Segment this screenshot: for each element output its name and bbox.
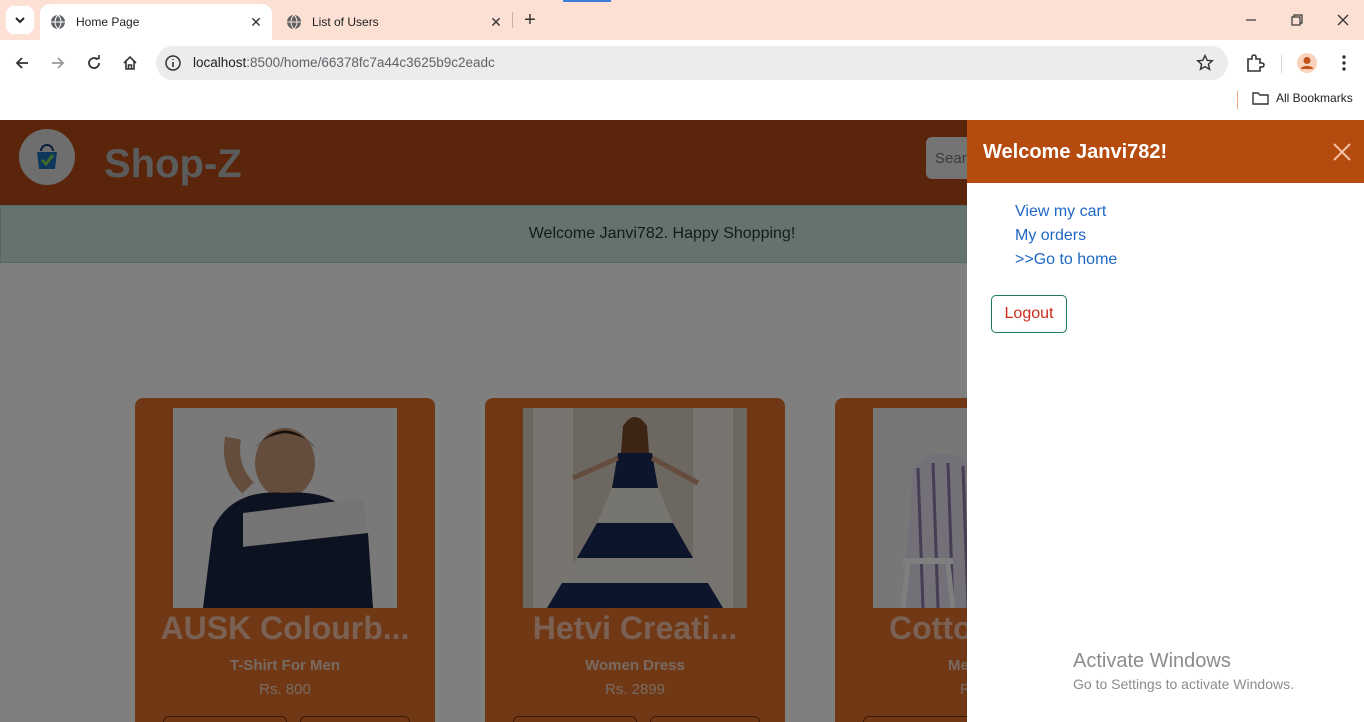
globe-icon — [286, 14, 302, 30]
offcanvas-links: View my cart My orders >>Go to home — [1015, 200, 1117, 272]
tab-search-button[interactable] — [6, 6, 34, 34]
home-icon — [123, 55, 137, 70]
puzzle-icon — [1247, 54, 1265, 72]
reload-button[interactable] — [84, 53, 104, 73]
restore-button[interactable] — [1287, 10, 1307, 30]
browser-menu-button[interactable] — [1333, 52, 1355, 74]
bookmarks-divider — [1237, 91, 1238, 109]
toolbar-divider — [1281, 55, 1282, 73]
info-icon[interactable] — [164, 54, 182, 72]
my-orders-link[interactable]: My orders — [1015, 224, 1117, 248]
home-button[interactable] — [120, 53, 140, 73]
url-path: :8500/home/66378fc7a44c3625b9c2eadc — [246, 55, 495, 70]
url-text[interactable]: localhost:8500/home/66378fc7a44c3625b9c2… — [193, 55, 495, 70]
close-tab-icon[interactable]: ✕ — [488, 14, 504, 30]
plus-icon: + — [524, 8, 536, 31]
watermark-line1: Activate Windows — [1073, 650, 1231, 672]
all-bookmarks-label: All Bookmarks — [1276, 91, 1353, 105]
forward-button[interactable] — [48, 53, 68, 73]
back-button[interactable] — [12, 53, 32, 73]
globe-icon — [50, 14, 66, 30]
web-page: Shop-Z Sear Welcome Janvi782. Happy Shop… — [0, 120, 1364, 722]
tab-strip: Home Page ✕ List of Users ✕ + — [0, 0, 1364, 40]
close-tab-icon[interactable]: ✕ — [248, 14, 264, 30]
close-icon — [1337, 14, 1349, 26]
avatar-icon — [1297, 53, 1317, 73]
offcanvas-title: Welcome Janvi782! — [983, 141, 1168, 163]
new-tab-button[interactable]: + — [520, 8, 540, 31]
extensions-button[interactable] — [1244, 52, 1266, 74]
tab-list-of-users[interactable]: List of Users ✕ — [276, 4, 512, 40]
tab-indicator — [563, 0, 611, 2]
tab-title: Home Page — [76, 15, 140, 29]
offcanvas-header: Welcome Janvi782! — [967, 120, 1364, 183]
logout-button[interactable]: Logout — [991, 295, 1067, 333]
user-offcanvas-panel: Welcome Janvi782! View my cart My orders… — [967, 120, 1364, 722]
close-icon[interactable] — [1332, 142, 1352, 162]
browser-toolbar: localhost:8500/home/66378fc7a44c3625b9c2… — [0, 40, 1364, 86]
bookmarks-bar: All Bookmarks — [0, 86, 1364, 120]
watermark-line2: Go to Settings to activate Windows. — [1073, 676, 1294, 692]
tab-separator — [512, 12, 513, 28]
folder-icon — [1252, 92, 1269, 105]
minimize-icon — [1246, 19, 1256, 21]
close-window-button[interactable] — [1333, 10, 1353, 30]
profile-button[interactable] — [1296, 52, 1318, 74]
activate-windows-watermark: Activate Windows Go to Settings to activ… — [1073, 650, 1294, 692]
chevron-down-icon — [15, 17, 25, 24]
restore-icon — [1291, 14, 1303, 26]
tab-title: List of Users — [312, 15, 379, 29]
star-icon[interactable] — [1196, 54, 1214, 72]
arrow-left-icon — [15, 57, 28, 69]
url-host: localhost — [193, 55, 247, 70]
view-cart-link[interactable]: View my cart — [1015, 200, 1117, 224]
reload-icon — [88, 55, 100, 69]
tab-home-page[interactable]: Home Page ✕ — [40, 4, 272, 40]
minimize-button[interactable] — [1241, 10, 1261, 30]
address-bar[interactable]: localhost:8500/home/66378fc7a44c3625b9c2… — [156, 46, 1228, 80]
arrow-right-icon — [52, 57, 65, 69]
all-bookmarks-button[interactable]: All Bookmarks — [1252, 91, 1353, 105]
go-home-link[interactable]: >>Go to home — [1015, 248, 1117, 272]
kebab-menu-icon — [1342, 55, 1346, 71]
